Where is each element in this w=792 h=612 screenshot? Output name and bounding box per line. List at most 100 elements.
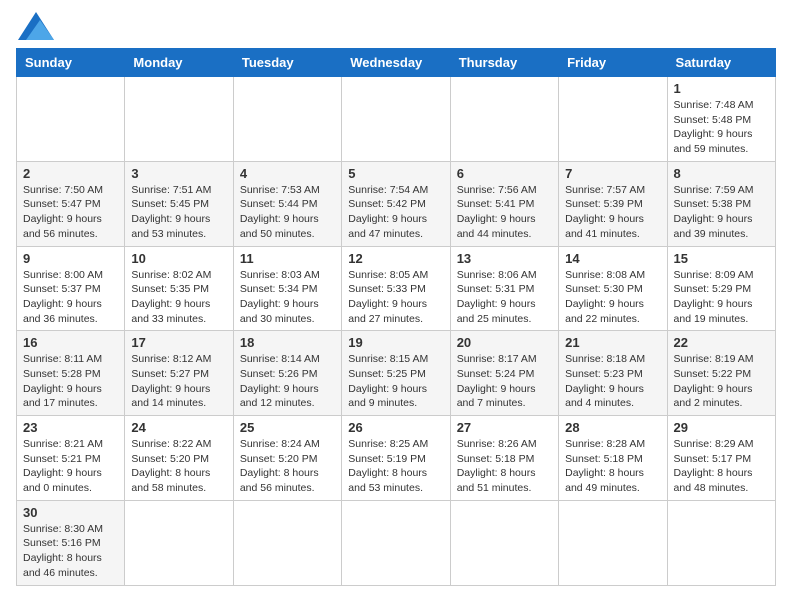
day-info: Sunrise: 8:29 AM Sunset: 5:17 PM Dayligh… — [674, 437, 769, 496]
day-number: 20 — [457, 335, 552, 350]
day-number: 16 — [23, 335, 118, 350]
calendar-day-cell: 23Sunrise: 8:21 AM Sunset: 5:21 PM Dayli… — [17, 416, 125, 501]
calendar-week-row: 23Sunrise: 8:21 AM Sunset: 5:21 PM Dayli… — [17, 416, 776, 501]
day-number: 10 — [131, 251, 226, 266]
day-number: 5 — [348, 166, 443, 181]
calendar-week-row: 2 Sunrise: 7:50 AM Sunset: 5:47 PM Daylig… — [17, 161, 776, 246]
day-info: Sunrise: 8:26 AM Sunset: 5:18 PM Dayligh… — [457, 437, 552, 496]
calendar-day-cell: 24 Sunrise: 8:22 AM Sunset: 5:20 PM Dayli… — [125, 416, 233, 501]
day-number: 7 — [565, 166, 660, 181]
calendar-day-cell: 21Sunrise: 8:18 AM Sunset: 5:23 PM Dayli… — [559, 331, 667, 416]
day-number: 11 — [240, 251, 335, 266]
day-info: Sunrise: 7:48 AM Sunset: 5:48 PM Dayligh… — [674, 98, 769, 157]
day-number: 18 — [240, 335, 335, 350]
calendar-day-cell: 18 Sunrise: 8:14 AM Sunset: 5:26 PM Dayli… — [233, 331, 341, 416]
calendar-week-row: 1 Sunrise: 7:48 AM Sunset: 5:48 PM Daylig… — [17, 77, 776, 162]
column-header-thursday: Thursday — [450, 49, 558, 77]
calendar-day-cell: 1 Sunrise: 7:48 AM Sunset: 5:48 PM Daylig… — [667, 77, 775, 162]
column-header-wednesday: Wednesday — [342, 49, 450, 77]
logo — [16, 16, 54, 40]
day-number: 22 — [674, 335, 769, 350]
calendar-day-cell: 13Sunrise: 8:06 AM Sunset: 5:31 PM Dayli… — [450, 246, 558, 331]
calendar-day-cell — [125, 77, 233, 162]
day-number: 12 — [348, 251, 443, 266]
calendar-day-cell: 17Sunrise: 8:12 AM Sunset: 5:27 PM Dayli… — [125, 331, 233, 416]
calendar-day-cell: 25 Sunrise: 8:24 AM Sunset: 5:20 PM Dayli… — [233, 416, 341, 501]
day-number: 8 — [674, 166, 769, 181]
calendar-day-cell: 14 Sunrise: 8:08 AM Sunset: 5:30 PM Dayli… — [559, 246, 667, 331]
day-info: Sunrise: 8:30 AM Sunset: 5:16 PM Dayligh… — [23, 522, 118, 581]
column-header-tuesday: Tuesday — [233, 49, 341, 77]
page-header — [16, 16, 776, 40]
day-number: 29 — [674, 420, 769, 435]
calendar-day-cell: 26Sunrise: 8:25 AM Sunset: 5:19 PM Dayli… — [342, 416, 450, 501]
calendar-day-cell — [342, 500, 450, 585]
calendar-day-cell: 30 Sunrise: 8:30 AM Sunset: 5:16 PM Dayli… — [17, 500, 125, 585]
day-info: Sunrise: 8:22 AM Sunset: 5:20 PM Dayligh… — [131, 437, 226, 496]
calendar-day-cell — [125, 500, 233, 585]
calendar-day-cell: 19Sunrise: 8:15 AM Sunset: 5:25 PM Dayli… — [342, 331, 450, 416]
day-number: 25 — [240, 420, 335, 435]
day-info: Sunrise: 8:24 AM Sunset: 5:20 PM Dayligh… — [240, 437, 335, 496]
day-number: 27 — [457, 420, 552, 435]
day-info: Sunrise: 8:08 AM Sunset: 5:30 PM Dayligh… — [565, 268, 660, 327]
calendar-day-cell — [559, 77, 667, 162]
day-number: 17 — [131, 335, 226, 350]
day-number: 21 — [565, 335, 660, 350]
day-info: Sunrise: 8:02 AM Sunset: 5:35 PM Dayligh… — [131, 268, 226, 327]
day-info: Sunrise: 8:11 AM Sunset: 5:28 PM Dayligh… — [23, 352, 118, 411]
calendar-day-cell — [17, 77, 125, 162]
calendar-day-cell: 16 Sunrise: 8:11 AM Sunset: 5:28 PM Dayli… — [17, 331, 125, 416]
day-info: Sunrise: 8:00 AM Sunset: 5:37 PM Dayligh… — [23, 268, 118, 327]
day-number: 15 — [674, 251, 769, 266]
day-number: 14 — [565, 251, 660, 266]
day-number: 3 — [131, 166, 226, 181]
day-number: 9 — [23, 251, 118, 266]
calendar-day-cell: 20 Sunrise: 8:17 AM Sunset: 5:24 PM Dayli… — [450, 331, 558, 416]
calendar-day-cell — [450, 77, 558, 162]
calendar-week-row: 30 Sunrise: 8:30 AM Sunset: 5:16 PM Dayli… — [17, 500, 776, 585]
column-header-sunday: Sunday — [17, 49, 125, 77]
day-info: Sunrise: 8:17 AM Sunset: 5:24 PM Dayligh… — [457, 352, 552, 411]
day-info: Sunrise: 7:53 AM Sunset: 5:44 PM Dayligh… — [240, 183, 335, 242]
day-info: Sunrise: 8:09 AM Sunset: 5:29 PM Dayligh… — [674, 268, 769, 327]
column-header-monday: Monday — [125, 49, 233, 77]
calendar-day-cell: 29 Sunrise: 8:29 AM Sunset: 5:17 PM Dayli… — [667, 416, 775, 501]
logo-icon — [18, 12, 54, 40]
calendar-day-cell: 10 Sunrise: 8:02 AM Sunset: 5:35 PM Dayli… — [125, 246, 233, 331]
day-number: 30 — [23, 505, 118, 520]
calendar-week-row: 16 Sunrise: 8:11 AM Sunset: 5:28 PM Dayli… — [17, 331, 776, 416]
calendar-day-cell — [233, 77, 341, 162]
calendar-day-cell: 8 Sunrise: 7:59 AM Sunset: 5:38 PM Daylig… — [667, 161, 775, 246]
calendar-day-cell: 7 Sunrise: 7:57 AM Sunset: 5:39 PM Daylig… — [559, 161, 667, 246]
calendar-header-row: SundayMondayTuesdayWednesdayThursdayFrid… — [17, 49, 776, 77]
calendar-table: SundayMondayTuesdayWednesdayThursdayFrid… — [16, 48, 776, 586]
column-header-saturday: Saturday — [667, 49, 775, 77]
day-info: Sunrise: 7:54 AM Sunset: 5:42 PM Dayligh… — [348, 183, 443, 242]
day-info: Sunrise: 8:05 AM Sunset: 5:33 PM Dayligh… — [348, 268, 443, 327]
day-number: 24 — [131, 420, 226, 435]
calendar-day-cell — [559, 500, 667, 585]
calendar-day-cell: 28Sunrise: 8:28 AM Sunset: 5:18 PM Dayli… — [559, 416, 667, 501]
day-number: 2 — [23, 166, 118, 181]
day-info: Sunrise: 8:15 AM Sunset: 5:25 PM Dayligh… — [348, 352, 443, 411]
day-info: Sunrise: 7:57 AM Sunset: 5:39 PM Dayligh… — [565, 183, 660, 242]
column-header-friday: Friday — [559, 49, 667, 77]
calendar-day-cell: 5 Sunrise: 7:54 AM Sunset: 5:42 PM Daylig… — [342, 161, 450, 246]
day-info: Sunrise: 8:06 AM Sunset: 5:31 PM Dayligh… — [457, 268, 552, 327]
day-info: Sunrise: 8:14 AM Sunset: 5:26 PM Dayligh… — [240, 352, 335, 411]
day-number: 1 — [674, 81, 769, 96]
day-info: Sunrise: 8:19 AM Sunset: 5:22 PM Dayligh… — [674, 352, 769, 411]
day-info: Sunrise: 7:51 AM Sunset: 5:45 PM Dayligh… — [131, 183, 226, 242]
day-info: Sunrise: 7:59 AM Sunset: 5:38 PM Dayligh… — [674, 183, 769, 242]
day-info: Sunrise: 7:50 AM Sunset: 5:47 PM Dayligh… — [23, 183, 118, 242]
calendar-week-row: 9 Sunrise: 8:00 AM Sunset: 5:37 PM Daylig… — [17, 246, 776, 331]
calendar-day-cell: 2 Sunrise: 7:50 AM Sunset: 5:47 PM Daylig… — [17, 161, 125, 246]
day-info: Sunrise: 8:28 AM Sunset: 5:18 PM Dayligh… — [565, 437, 660, 496]
calendar-day-cell — [450, 500, 558, 585]
calendar-day-cell: 12 Sunrise: 8:05 AM Sunset: 5:33 PM Dayli… — [342, 246, 450, 331]
calendar-day-cell — [233, 500, 341, 585]
day-number: 26 — [348, 420, 443, 435]
day-number: 23 — [23, 420, 118, 435]
calendar-day-cell: 11Sunrise: 8:03 AM Sunset: 5:34 PM Dayli… — [233, 246, 341, 331]
